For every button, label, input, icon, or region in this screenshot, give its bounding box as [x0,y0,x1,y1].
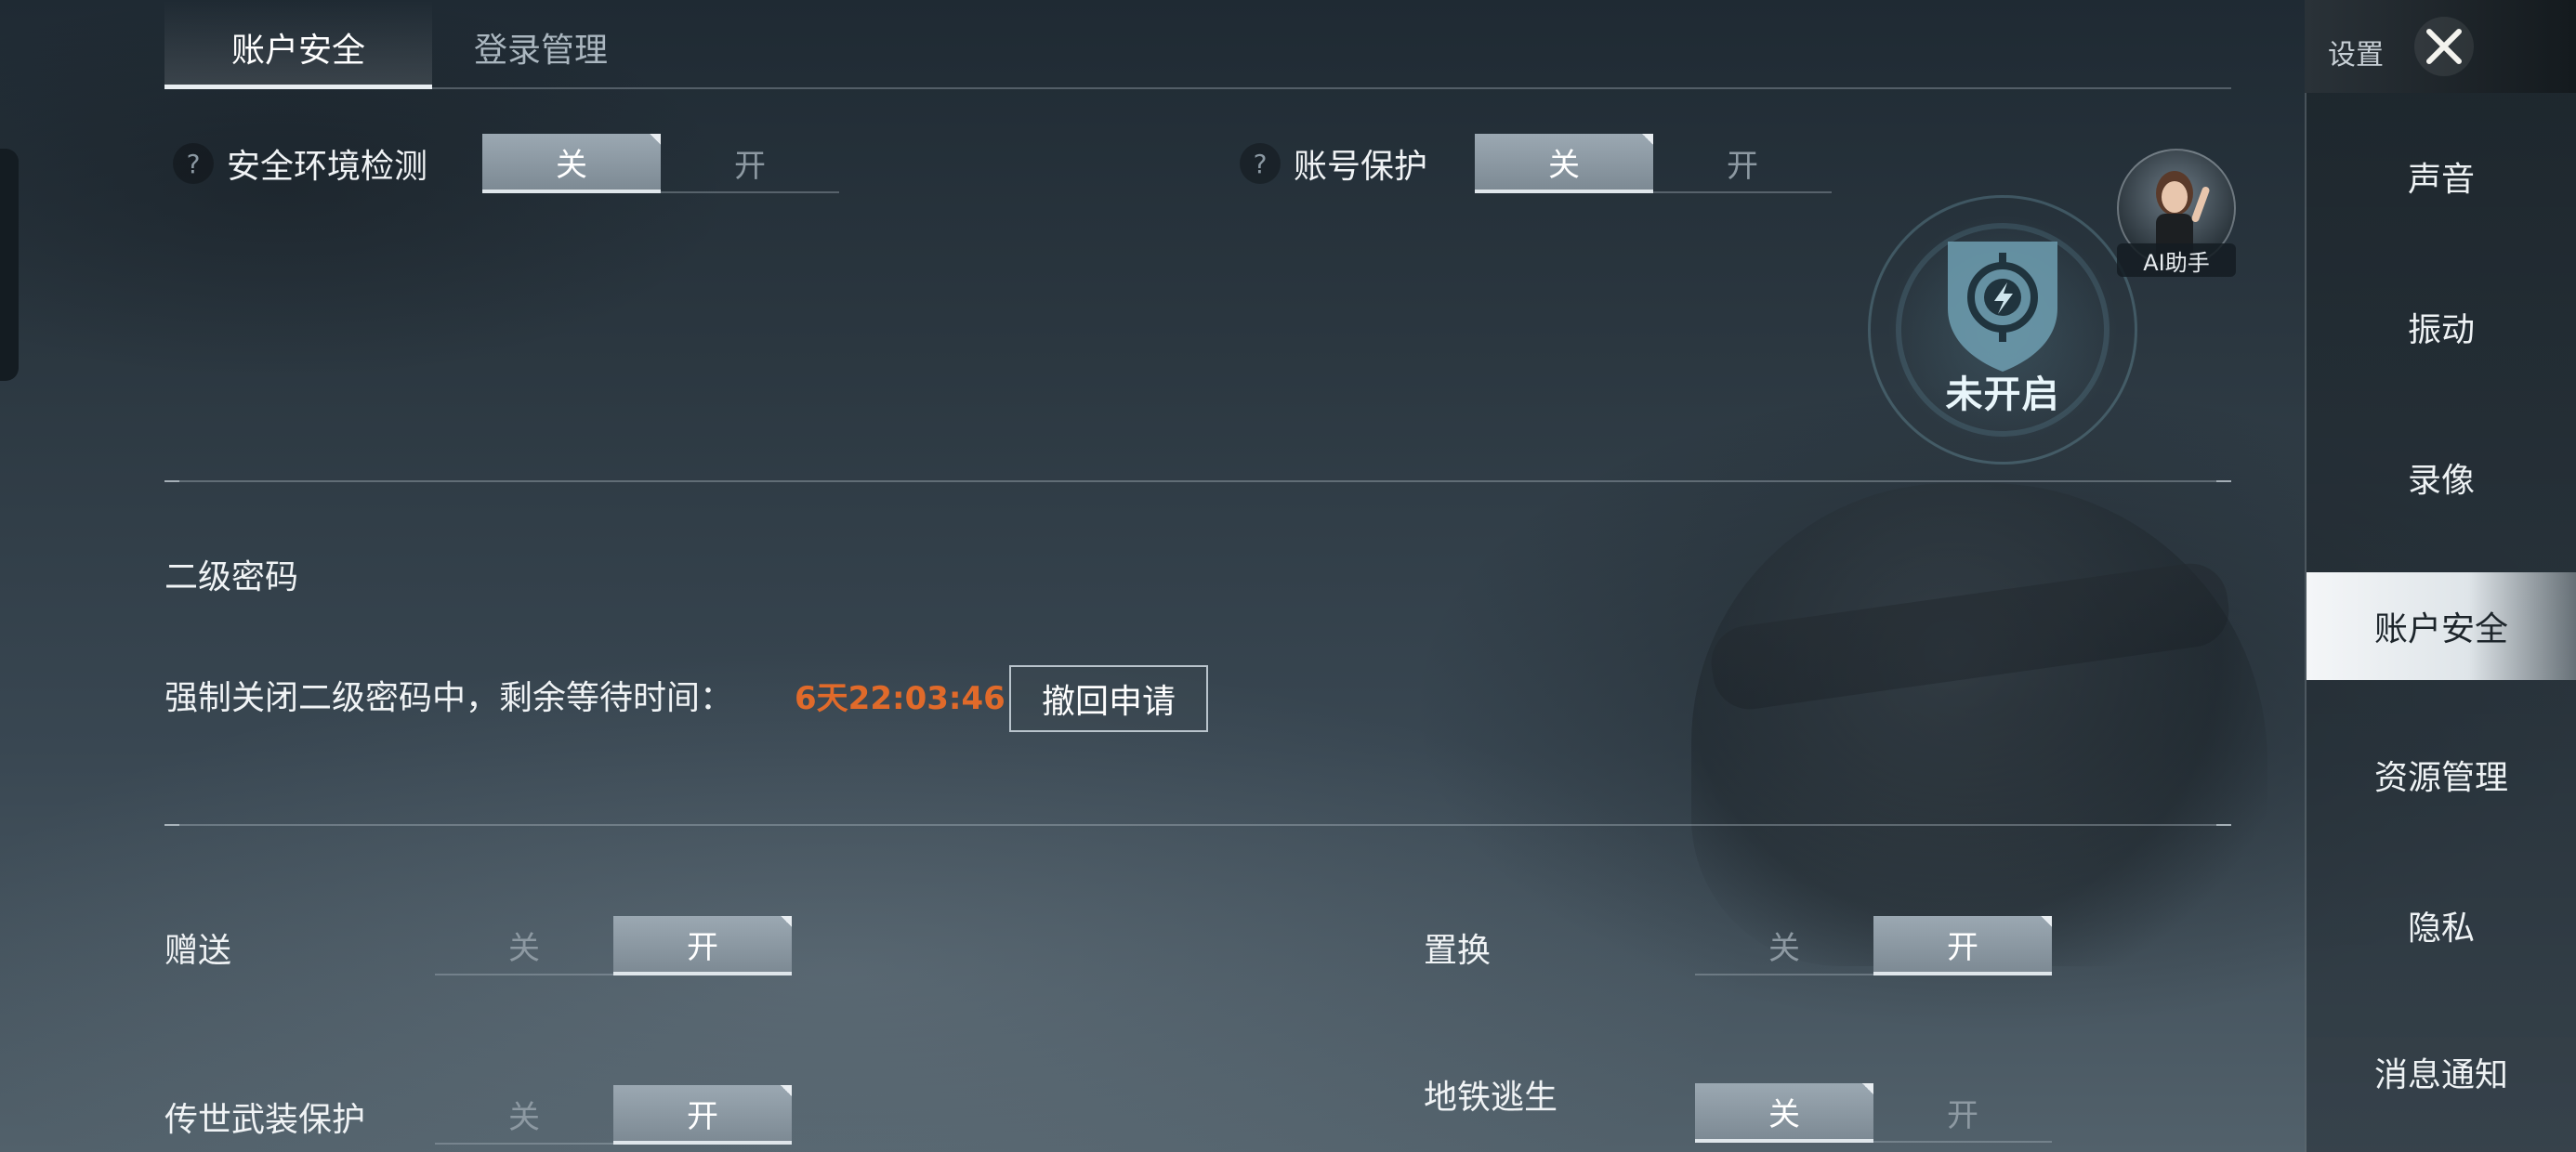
help-icon[interactable]: ? [1240,143,1281,184]
security-status-text: 未开启 [1945,373,2060,416]
sidebar-item-sound[interactable]: 声音 [2307,123,2576,230]
close-x-icon [2426,29,2462,64]
sidebar-item-resource-management[interactable]: 资源管理 [2307,721,2576,829]
toggle-on-option[interactable]: 开 [1653,134,1832,193]
metro-escape-toggle: 关 开 [1695,1083,2052,1143]
close-button[interactable] [2414,17,2474,76]
top-tab-bar: 账户安全 登录管理 [164,0,2231,89]
toggle-off-option[interactable]: 关 [1475,134,1653,193]
section-divider [164,480,2231,482]
account-protection-option: ? 账号保护 [1240,134,1427,193]
sidebar-item-recording[interactable]: 录像 [2307,424,2576,531]
settings-title: 设置 [2328,39,2384,72]
sidebar-item-privacy[interactable]: 隐私 [2307,871,2576,979]
revoke-request-button[interactable]: 撤回申请 [1009,665,1208,732]
account-protection-label: 账号保护 [1294,148,1428,186]
toggle-off-option[interactable]: 关 [1695,916,1873,975]
help-icon[interactable]: ? [173,143,214,184]
security-env-detection-label: 安全环境检测 [227,148,428,186]
ai-assistant-label[interactable]: AI助手 [2117,243,2236,277]
exchange-label: 置换 [1424,932,1492,970]
legacy-armor-protection-toggle: 关 开 [435,1085,792,1145]
left-edge-handle [0,149,19,381]
sidebar-item-vibration[interactable]: 振动 [2307,273,2576,381]
toggle-on-option[interactable]: 开 [613,1085,792,1145]
security-env-detection-option: ? 安全环境检测 [173,134,427,193]
metro-escape-option: 地铁逃生 [1424,1065,1557,1124]
gift-toggle: 关 开 [435,916,792,975]
sidebar-item-account-security[interactable]: 账户安全 [2307,572,2576,680]
toggle-on-option[interactable]: 开 [1873,1083,2052,1143]
legacy-armor-protection-label: 传世武装保护 [164,1101,366,1139]
countdown-timer: 6天22:03:46 [795,680,1005,717]
exchange-option: 置换 [1424,918,1491,977]
gift-label: 赠送 [164,932,232,970]
account-protection-toggle: 关 开 [1475,134,1832,193]
toggle-on-option[interactable]: 开 [661,134,839,193]
toggle-off-option[interactable]: 关 [1695,1083,1873,1143]
background-helmet-art [1691,483,2267,966]
exchange-toggle: 关 开 [1695,916,2052,975]
toggle-on-option[interactable]: 开 [1873,916,2052,975]
second-password-status: 强制关闭二级密码中，剩余等待时间： [164,679,734,717]
security-env-detection-toggle: 关 开 [482,134,839,193]
second-password-title: 二级密码 [164,558,299,596]
shield-lightning-icon [1948,242,2057,372]
gift-option: 赠送 [164,918,231,977]
toggle-off-option[interactable]: 关 [482,134,661,193]
legacy-armor-protection-option: 传世武装保护 [164,1087,365,1146]
background-helmet-band [1706,558,2234,714]
metro-escape-label: 地铁逃生 [1424,1079,1558,1117]
tab-login-management[interactable]: 登录管理 [434,0,648,89]
toggle-off-option[interactable]: 关 [435,1085,613,1145]
section-divider [164,824,2231,826]
tab-account-security[interactable]: 账户安全 [164,0,432,89]
toggle-on-option[interactable]: 开 [613,916,792,975]
sidebar-item-notifications[interactable]: 消息通知 [2307,1018,2576,1126]
toggle-off-option[interactable]: 关 [435,916,613,975]
